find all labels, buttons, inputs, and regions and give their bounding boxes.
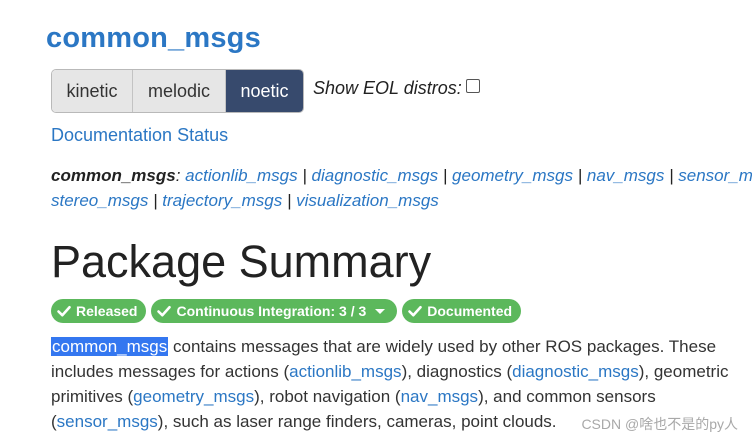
desc-link-actionlib-msgs[interactable]: actionlib_msgs: [289, 362, 401, 381]
documented-badge: Documented: [402, 299, 522, 323]
desc-link-diagnostic-msgs[interactable]: diagnostic_msgs: [512, 362, 639, 381]
watermark: CSDN @啥也不是的py人: [581, 416, 738, 432]
link-geometry-msgs[interactable]: geometry_msgs: [452, 166, 573, 185]
show-eol-label: Show EOL distros:: [313, 78, 462, 98]
desc-link-nav-msgs[interactable]: nav_msgs: [401, 387, 478, 406]
check-icon: [157, 305, 172, 317]
desc-link-sensor-msgs[interactable]: sensor_msgs: [57, 412, 158, 431]
check-icon: [408, 305, 423, 317]
link-sensor-msgs[interactable]: sensor_msgs: [678, 166, 752, 185]
documentation-status-link[interactable]: Documentation Status: [51, 125, 228, 146]
common-msgs-link-selected[interactable]: common_msgs: [51, 337, 169, 356]
link-diagnostic-msgs[interactable]: diagnostic_msgs: [312, 166, 439, 185]
distro-noetic-button[interactable]: noetic: [226, 70, 303, 112]
chevron-down-icon[interactable]: [375, 308, 386, 314]
link-actionlib-msgs[interactable]: actionlib_msgs: [185, 166, 297, 185]
page-title: common_msgs: [46, 22, 261, 54]
link-trajectory-msgs[interactable]: trajectory_msgs: [162, 191, 282, 210]
status-badges: Released Continuous Integration: 3 / 3 D…: [51, 299, 522, 323]
link-visualization-msgs[interactable]: visualization_msgs: [296, 191, 439, 210]
package-links: common_msgs: actionlib_msgs | diagnostic…: [51, 163, 752, 213]
show-eol-toggle: Show EOL distros:: [313, 78, 480, 99]
page: common_msgs kinetic melodic noetic Show …: [0, 0, 752, 445]
desc-link-geometry-msgs[interactable]: geometry_msgs: [133, 387, 254, 406]
released-badge: Released: [51, 299, 147, 323]
ci-badge[interactable]: Continuous Integration: 3 / 3: [151, 299, 398, 323]
distro-selector: kinetic melodic noetic: [51, 69, 304, 113]
distro-kinetic-button[interactable]: kinetic: [52, 70, 133, 112]
parent-package: common_msgs: [51, 166, 176, 185]
link-stereo-msgs[interactable]: stereo_msgs: [51, 191, 148, 210]
link-nav-msgs[interactable]: nav_msgs: [587, 166, 664, 185]
package-summary-heading: Package Summary: [51, 236, 432, 287]
check-icon: [57, 305, 71, 317]
distro-melodic-button[interactable]: melodic: [133, 70, 226, 112]
show-eol-checkbox[interactable]: [465, 78, 480, 93]
